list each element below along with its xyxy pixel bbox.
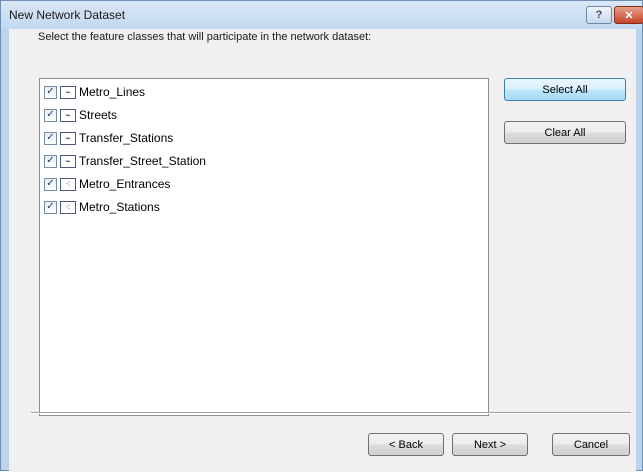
- item-label: Streets: [79, 108, 118, 122]
- item-label: Metro_Lines: [79, 85, 146, 99]
- line-feature-icon: ⌁: [60, 131, 76, 145]
- line-feature-icon: ⌁: [60, 85, 76, 99]
- checkmark-icon: ✓: [46, 201, 55, 212]
- item-label: Metro_Stations: [79, 200, 160, 214]
- list-item[interactable]: ✓ ⌁ Transfer_Street_Station: [44, 151, 206, 171]
- checkbox[interactable]: ✓: [44, 177, 57, 191]
- item-label: Metro_Entrances: [79, 177, 171, 191]
- dialog-content: Select the feature classes that will par…: [9, 29, 636, 472]
- checkmark-icon: ✓: [46, 132, 55, 143]
- feature-class-list[interactable]: ✓ ⌁ Metro_Lines ✓ ⌁ Streets ✓ ⌁ Transfer…: [39, 78, 489, 416]
- separator: [31, 412, 631, 414]
- list-item[interactable]: ✓ ⁖ Metro_Stations: [44, 197, 160, 217]
- checkbox[interactable]: ✓: [44, 85, 57, 99]
- clear-all-button[interactable]: Clear All: [504, 121, 626, 144]
- cancel-button[interactable]: Cancel: [552, 433, 630, 456]
- list-item[interactable]: ✓ ⌁ Transfer_Stations: [44, 128, 173, 148]
- dialog-window: New Network Dataset ? ✕ Select the featu…: [0, 0, 643, 472]
- next-button[interactable]: Next >: [452, 433, 528, 456]
- list-item[interactable]: ✓ ⁖ Metro_Entrances: [44, 174, 170, 194]
- window-title: New Network Dataset: [9, 8, 126, 22]
- close-icon: ✕: [624, 9, 634, 22]
- item-label: Transfer_Stations: [79, 131, 174, 145]
- back-button[interactable]: < Back: [368, 433, 444, 456]
- checkmark-icon: ✓: [46, 109, 55, 120]
- close-button[interactable]: ✕: [614, 6, 643, 24]
- checkbox[interactable]: ✓: [44, 154, 57, 168]
- instruction-label: Select the feature classes that will par…: [38, 31, 372, 43]
- help-icon: ?: [595, 9, 603, 21]
- point-feature-icon: ⁖: [60, 177, 76, 191]
- help-button[interactable]: ?: [586, 6, 612, 24]
- checkbox[interactable]: ✓: [44, 200, 57, 214]
- item-label: Transfer_Street_Station: [79, 154, 206, 168]
- checkbox[interactable]: ✓: [44, 131, 57, 145]
- checkmark-icon: ✓: [46, 178, 55, 189]
- list-item[interactable]: ✓ ⌁ Streets: [44, 105, 117, 125]
- checkmark-icon: ✓: [46, 155, 55, 166]
- line-feature-icon: ⌁: [60, 108, 76, 122]
- checkbox[interactable]: ✓: [44, 108, 57, 122]
- checkmark-icon: ✓: [46, 86, 55, 97]
- point-feature-icon: ⁖: [60, 200, 76, 214]
- line-feature-icon: ⌁: [60, 154, 76, 168]
- select-all-button[interactable]: Select All: [504, 78, 626, 101]
- list-item[interactable]: ✓ ⌁ Metro_Lines: [44, 82, 145, 102]
- title-bar[interactable]: New Network Dataset ? ✕: [1, 1, 643, 29]
